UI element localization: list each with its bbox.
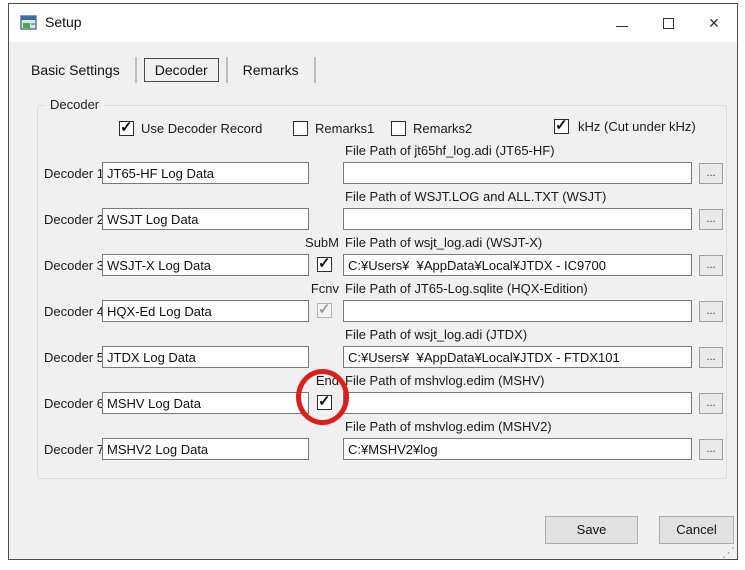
resize-grip[interactable]: ⋰ xyxy=(722,547,735,559)
decoder6-label: Decoder 6 xyxy=(44,396,106,412)
decoder7-browse-button[interactable]: ... xyxy=(699,439,723,460)
use-decoder-record-checkbox[interactable] xyxy=(119,121,134,136)
decoder4-path-input[interactable] xyxy=(343,300,692,322)
tab-separator xyxy=(226,57,228,83)
decoder2-label: Decoder 2 xyxy=(44,212,106,228)
khz-cut-label: kHz (Cut under kHz) xyxy=(578,119,696,135)
path-label-jtdx: File Path of wsjt_log.adi (JTDX) xyxy=(345,327,705,343)
path-label-wsjtx: File Path of wsjt_log.adi (WSJT-X) xyxy=(345,235,705,251)
decoder7-label: Decoder 7 xyxy=(44,442,106,458)
decoder6-browse-button[interactable]: ... xyxy=(699,393,723,414)
decoder1-name-input[interactable] xyxy=(102,162,309,184)
cancel-button[interactable]: Cancel xyxy=(659,516,734,544)
decoder1-path-input[interactable] xyxy=(343,162,692,184)
decoder4-browse-button[interactable]: ... xyxy=(699,301,723,322)
end-label: End xyxy=(259,373,339,389)
decoder3-name-input[interactable] xyxy=(102,254,309,276)
decoder5-name-input[interactable] xyxy=(102,346,309,368)
tab-separator xyxy=(135,57,137,83)
decoder4-label: Decoder 4 xyxy=(44,304,106,320)
decoder7-path-input[interactable] xyxy=(343,438,692,460)
decoder3-path-input[interactable] xyxy=(343,254,692,276)
subm-label: SubM xyxy=(259,235,339,251)
screenshot-canvas: Setup ✕ Basic Settings Decoder Remarks D… xyxy=(0,0,745,570)
decoder1-browse-button[interactable]: ... xyxy=(699,163,723,184)
khz-cut-checkbox[interactable] xyxy=(554,119,569,134)
path-label-wsjt: File Path of WSJT.LOG and ALL.TXT (WSJT) xyxy=(345,189,705,205)
decoder3-label: Decoder 3 xyxy=(44,258,106,274)
fcnv-label: Fcnv xyxy=(259,281,339,297)
end-checkbox[interactable] xyxy=(317,395,332,410)
remarks1-checkbox[interactable] xyxy=(293,121,308,136)
decoder1-label: Decoder 1 xyxy=(44,166,106,182)
decoder7-name-input[interactable] xyxy=(102,438,309,460)
decoder-groupbox-title: Decoder xyxy=(45,97,104,112)
path-label-mshv: File Path of mshvlog.edim (MSHV) xyxy=(345,373,705,389)
path-label-jt65hf: File Path of jt65hf_log.adi (JT65-HF) xyxy=(345,143,705,159)
decoder2-browse-button[interactable]: ... xyxy=(699,209,723,230)
path-label-hqx: File Path of JT65-Log.sqlite (HQX-Editio… xyxy=(345,281,705,297)
decoder5-label: Decoder 5 xyxy=(44,350,106,366)
window-title: Setup xyxy=(45,14,82,30)
decoder2-name-input[interactable] xyxy=(102,208,309,230)
use-decoder-record-label: Use Decoder Record xyxy=(141,121,262,137)
tab-bar: Basic Settings Decoder Remarks xyxy=(23,55,323,85)
path-label-mshv2: File Path of mshvlog.edim (MSHV2) xyxy=(345,419,705,435)
maximize-icon[interactable] xyxy=(645,4,691,42)
remarks2-checkbox[interactable] xyxy=(391,121,406,136)
decoder5-path-input[interactable] xyxy=(343,346,692,368)
remarks1-label: Remarks1 xyxy=(315,121,374,137)
save-button[interactable]: Save xyxy=(545,516,638,544)
decoder3-browse-button[interactable]: ... xyxy=(699,255,723,276)
tab-basic-settings[interactable]: Basic Settings xyxy=(23,58,128,82)
decoder5-browse-button[interactable]: ... xyxy=(699,347,723,368)
window-controls: ✕ xyxy=(599,4,737,42)
tab-separator xyxy=(314,57,316,83)
title-bar[interactable]: Setup ✕ xyxy=(9,4,737,42)
app-window-icon xyxy=(20,14,38,32)
remarks2-label: Remarks2 xyxy=(413,121,472,137)
tab-remarks[interactable]: Remarks xyxy=(235,58,307,82)
fcnv-checkbox[interactable] xyxy=(317,303,332,318)
decoder2-path-input[interactable] xyxy=(343,208,692,230)
setup-dialog: Setup ✕ Basic Settings Decoder Remarks D… xyxy=(8,3,738,560)
subm-checkbox[interactable] xyxy=(317,257,332,272)
minimize-icon[interactable] xyxy=(599,4,645,42)
close-icon[interactable]: ✕ xyxy=(691,4,737,42)
decoder6-name-input[interactable] xyxy=(102,392,309,414)
decoder6-path-input[interactable] xyxy=(343,392,692,414)
decoder4-name-input[interactable] xyxy=(102,300,309,322)
tab-decoder[interactable]: Decoder xyxy=(144,58,219,82)
